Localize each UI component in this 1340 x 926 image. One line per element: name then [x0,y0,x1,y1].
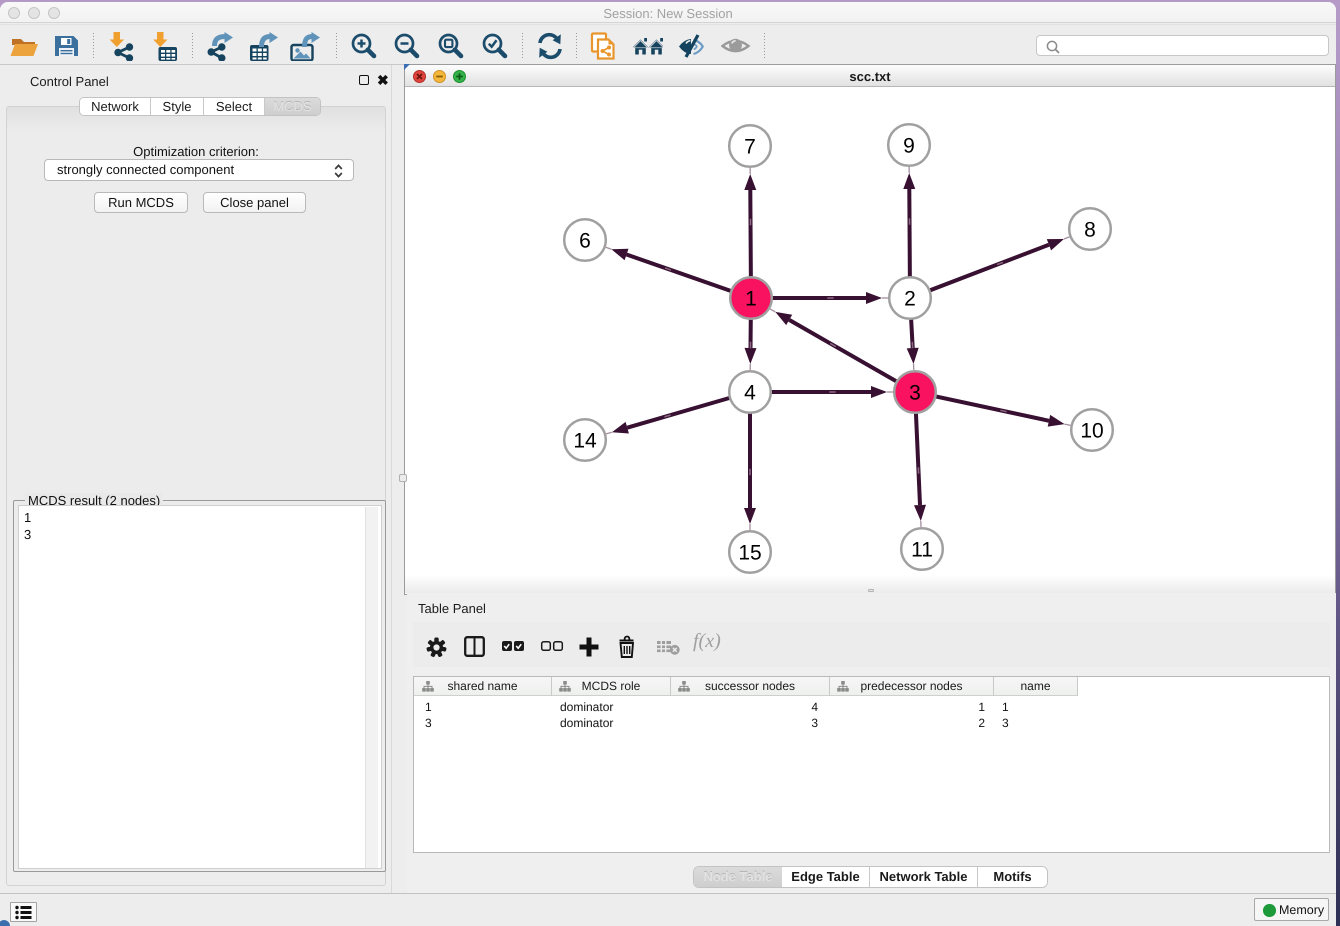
svg-text:14: 14 [573,430,597,453]
svg-text:8: 8 [1084,219,1096,242]
svg-text:9: 9 [903,135,915,158]
svg-text:1: 1 [745,288,757,311]
svg-text:7: 7 [744,136,756,159]
svg-text:3: 3 [909,382,921,405]
svg-text:15: 15 [738,542,761,565]
svg-text:6: 6 [579,230,591,253]
svg-text:11: 11 [911,539,933,562]
svg-text:2: 2 [904,288,916,311]
svg-text:4: 4 [744,382,756,405]
svg-text:10: 10 [1080,420,1103,443]
